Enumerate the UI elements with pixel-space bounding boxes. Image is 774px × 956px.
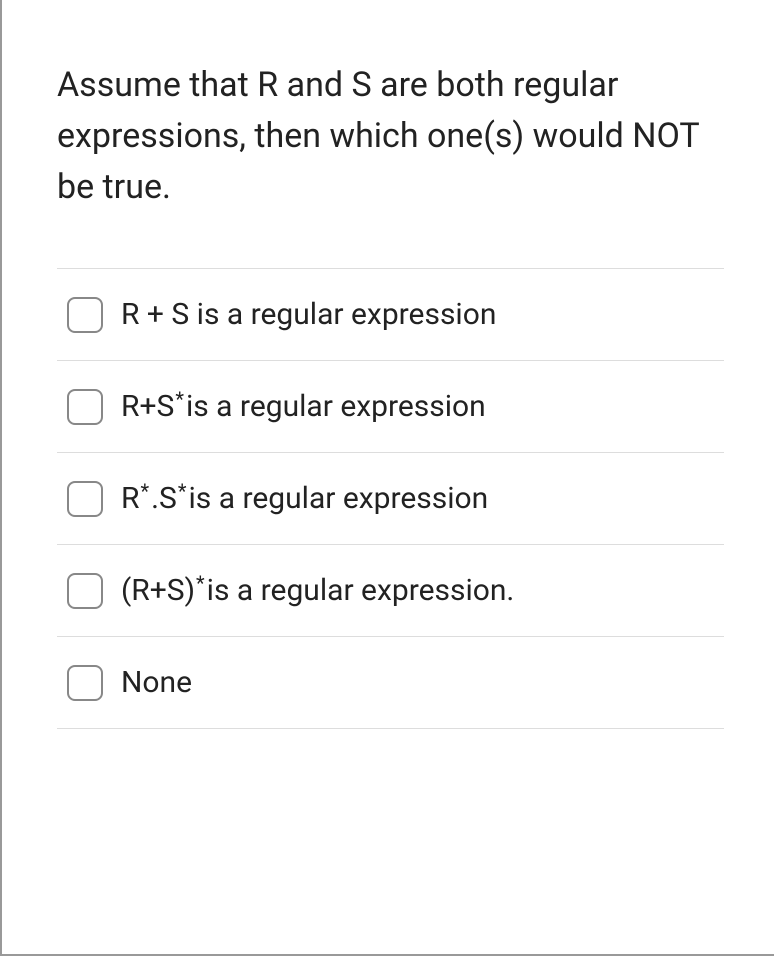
option-label: R+S* is a regular expression — [121, 387, 486, 426]
option-label: R + S is a regular expression — [121, 295, 496, 334]
option-row[interactable]: R + S is a regular expression — [57, 269, 724, 361]
checkbox[interactable] — [67, 297, 103, 333]
checkbox[interactable] — [67, 573, 103, 609]
option-label: (R+S)* is a regular expression. — [121, 571, 514, 610]
checkbox[interactable] — [67, 481, 103, 517]
option-label: R*.S* is a regular expression — [121, 479, 488, 518]
option-label: None — [121, 663, 192, 702]
question-container: Assume that R and S are both regular exp… — [0, 0, 774, 956]
option-row[interactable]: R+S* is a regular expression — [57, 361, 724, 453]
option-row[interactable]: R*.S* is a regular expression — [57, 453, 724, 545]
checkbox[interactable] — [67, 665, 103, 701]
option-row[interactable]: None — [57, 637, 724, 729]
checkbox[interactable] — [67, 389, 103, 425]
question-text: Assume that R and S are both regular exp… — [57, 60, 724, 213]
option-row[interactable]: (R+S)* is a regular expression. — [57, 545, 724, 637]
options-list: R + S is a regular expression R+S* is a r… — [57, 268, 724, 729]
